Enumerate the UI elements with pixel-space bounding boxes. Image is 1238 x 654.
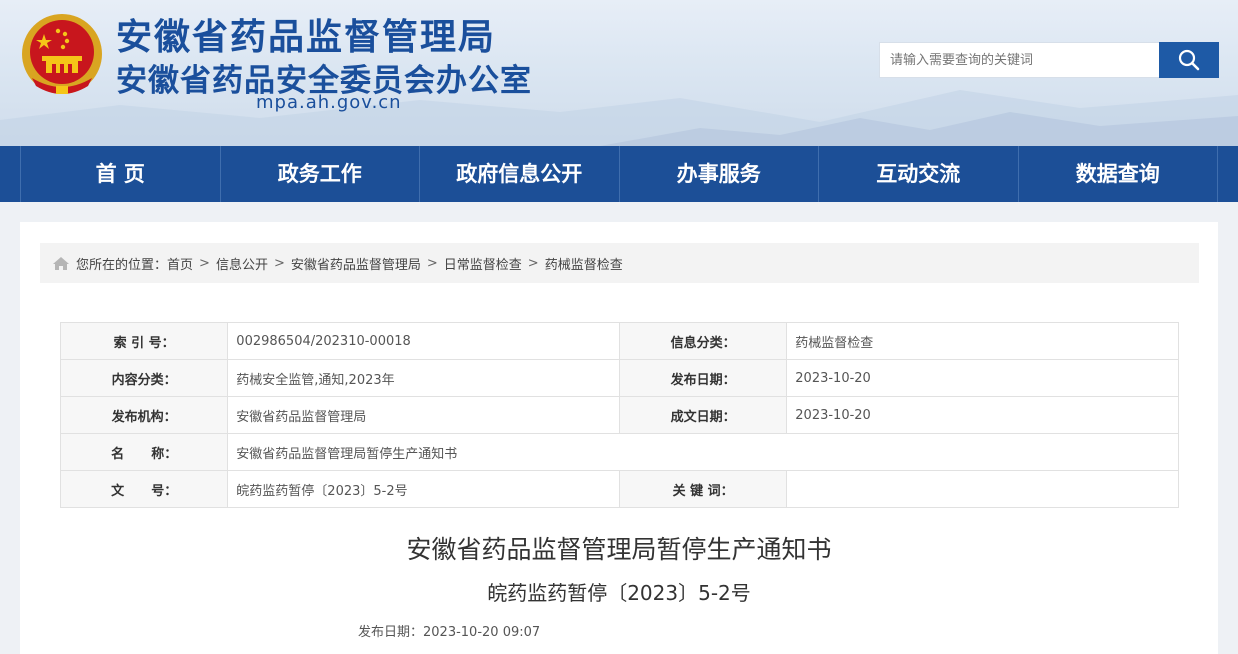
meta-value-keywords xyxy=(786,470,1179,508)
article-doc-number: 皖药监药暂停〔2023〕5-2号 xyxy=(487,581,751,605)
meta-label-written-date: 成文日期： xyxy=(618,396,788,434)
publish-date-value: 2023-10-20 09:07 xyxy=(423,625,541,640)
search-input[interactable] xyxy=(879,42,1159,78)
breadcrumb-link-drug-device[interactable]: 药械监督检查 xyxy=(545,254,623,273)
site-header: 安徽省药品监督管理局 安徽省药品安全委员会办公室 mpa.ah.gov.cn xyxy=(0,0,1238,146)
meta-value-name: 安徽省药品监督管理局暂停生产通知书 xyxy=(227,433,1179,471)
meta-label-index: 索 引 号： xyxy=(59,322,229,360)
table-row: 名 称： 安徽省药品监督管理局暂停生产通知书 xyxy=(59,433,1179,471)
breadcrumb-link-info[interactable]: 信息公开 xyxy=(216,254,268,273)
breadcrumb-separator: > xyxy=(527,255,539,271)
search-button[interactable] xyxy=(1159,42,1219,78)
meta-label-keywords: 关 键 词： xyxy=(618,470,788,508)
document-meta-table: 索 引 号： 002986504/202310-00018 信息分类： 药械监督… xyxy=(59,322,1179,508)
nav-interaction[interactable]: 互动交流 xyxy=(819,146,1019,202)
table-row: 文 号： 皖药监药暂停〔2023〕5-2号 关 键 词： xyxy=(59,470,1179,508)
meta-value-issuer: 安徽省药品监督管理局 xyxy=(227,396,620,434)
meta-label-publish-date: 发布日期： xyxy=(618,359,788,397)
home-icon xyxy=(52,256,70,271)
breadcrumb-separator: > xyxy=(426,255,438,271)
meta-label-doc-number: 文 号： xyxy=(59,470,229,508)
site-title: 安徽省药品监督管理局 xyxy=(116,17,497,58)
breadcrumb-separator: > xyxy=(273,255,285,271)
content-panel: 您所在的位置： 首页 > 信息公开 > 安徽省药品监督管理局 > 日常监督检查 … xyxy=(20,222,1218,654)
breadcrumb-link-bureau[interactable]: 安徽省药品监督管理局 xyxy=(291,254,421,273)
search-icon xyxy=(1178,49,1200,71)
meta-value-doc-number: 皖药监药暂停〔2023〕5-2号 xyxy=(227,470,620,508)
table-row: 内容分类： 药械安全监管,通知,2023年 发布日期： 2023-10-20 xyxy=(59,359,1179,397)
table-row: 发布机构： 安徽省药品监督管理局 成文日期： 2023-10-20 xyxy=(59,396,1179,434)
main-nav: 首 页 政务工作 政府信息公开 办事服务 互动交流 数据查询 xyxy=(0,146,1238,202)
national-emblem-icon xyxy=(22,14,102,94)
nav-services[interactable]: 办事服务 xyxy=(620,146,819,202)
table-row: 索 引 号： 002986504/202310-00018 信息分类： 药械监督… xyxy=(59,322,1179,360)
meta-label-name: 名 称： xyxy=(59,433,229,471)
nav-info-disclosure[interactable]: 政府信息公开 xyxy=(420,146,620,202)
meta-value-publish-date: 2023-10-20 xyxy=(786,359,1179,397)
breadcrumb-link-inspection[interactable]: 日常监督检查 xyxy=(444,254,522,273)
meta-value-category: 药械监督检查 xyxy=(786,322,1179,360)
meta-value-index: 002986504/202310-00018 xyxy=(227,322,620,360)
meta-label-category: 信息分类： xyxy=(618,322,788,360)
nav-government-affairs[interactable]: 政务工作 xyxy=(221,146,420,202)
site-domain: mpa.ah.gov.cn xyxy=(256,92,402,113)
meta-value-written-date: 2023-10-20 xyxy=(786,396,1179,434)
meta-label-issuer: 发布机构： xyxy=(59,396,229,434)
article-publish-date: 发布日期：2023-10-20 09:07 xyxy=(358,621,540,640)
breadcrumb-prefix: 您所在的位置： xyxy=(76,257,168,273)
meta-label-content-type: 内容分类： xyxy=(59,359,229,397)
nav-data-query[interactable]: 数据查询 xyxy=(1019,146,1218,202)
breadcrumb-separator: > xyxy=(199,255,210,271)
meta-value-content-type: 药械安全监管,通知,2023年 xyxy=(227,359,620,397)
breadcrumb: 您所在的位置： 首页 > 信息公开 > 安徽省药品监督管理局 > 日常监督检查 … xyxy=(40,243,1199,283)
publish-date-label: 发布日期： xyxy=(358,625,424,640)
nav-home[interactable]: 首 页 xyxy=(20,146,221,202)
article-title: 安徽省药品监督管理局暂停生产通知书 xyxy=(406,535,832,564)
breadcrumb-link-home[interactable]: 首页 xyxy=(167,254,193,273)
